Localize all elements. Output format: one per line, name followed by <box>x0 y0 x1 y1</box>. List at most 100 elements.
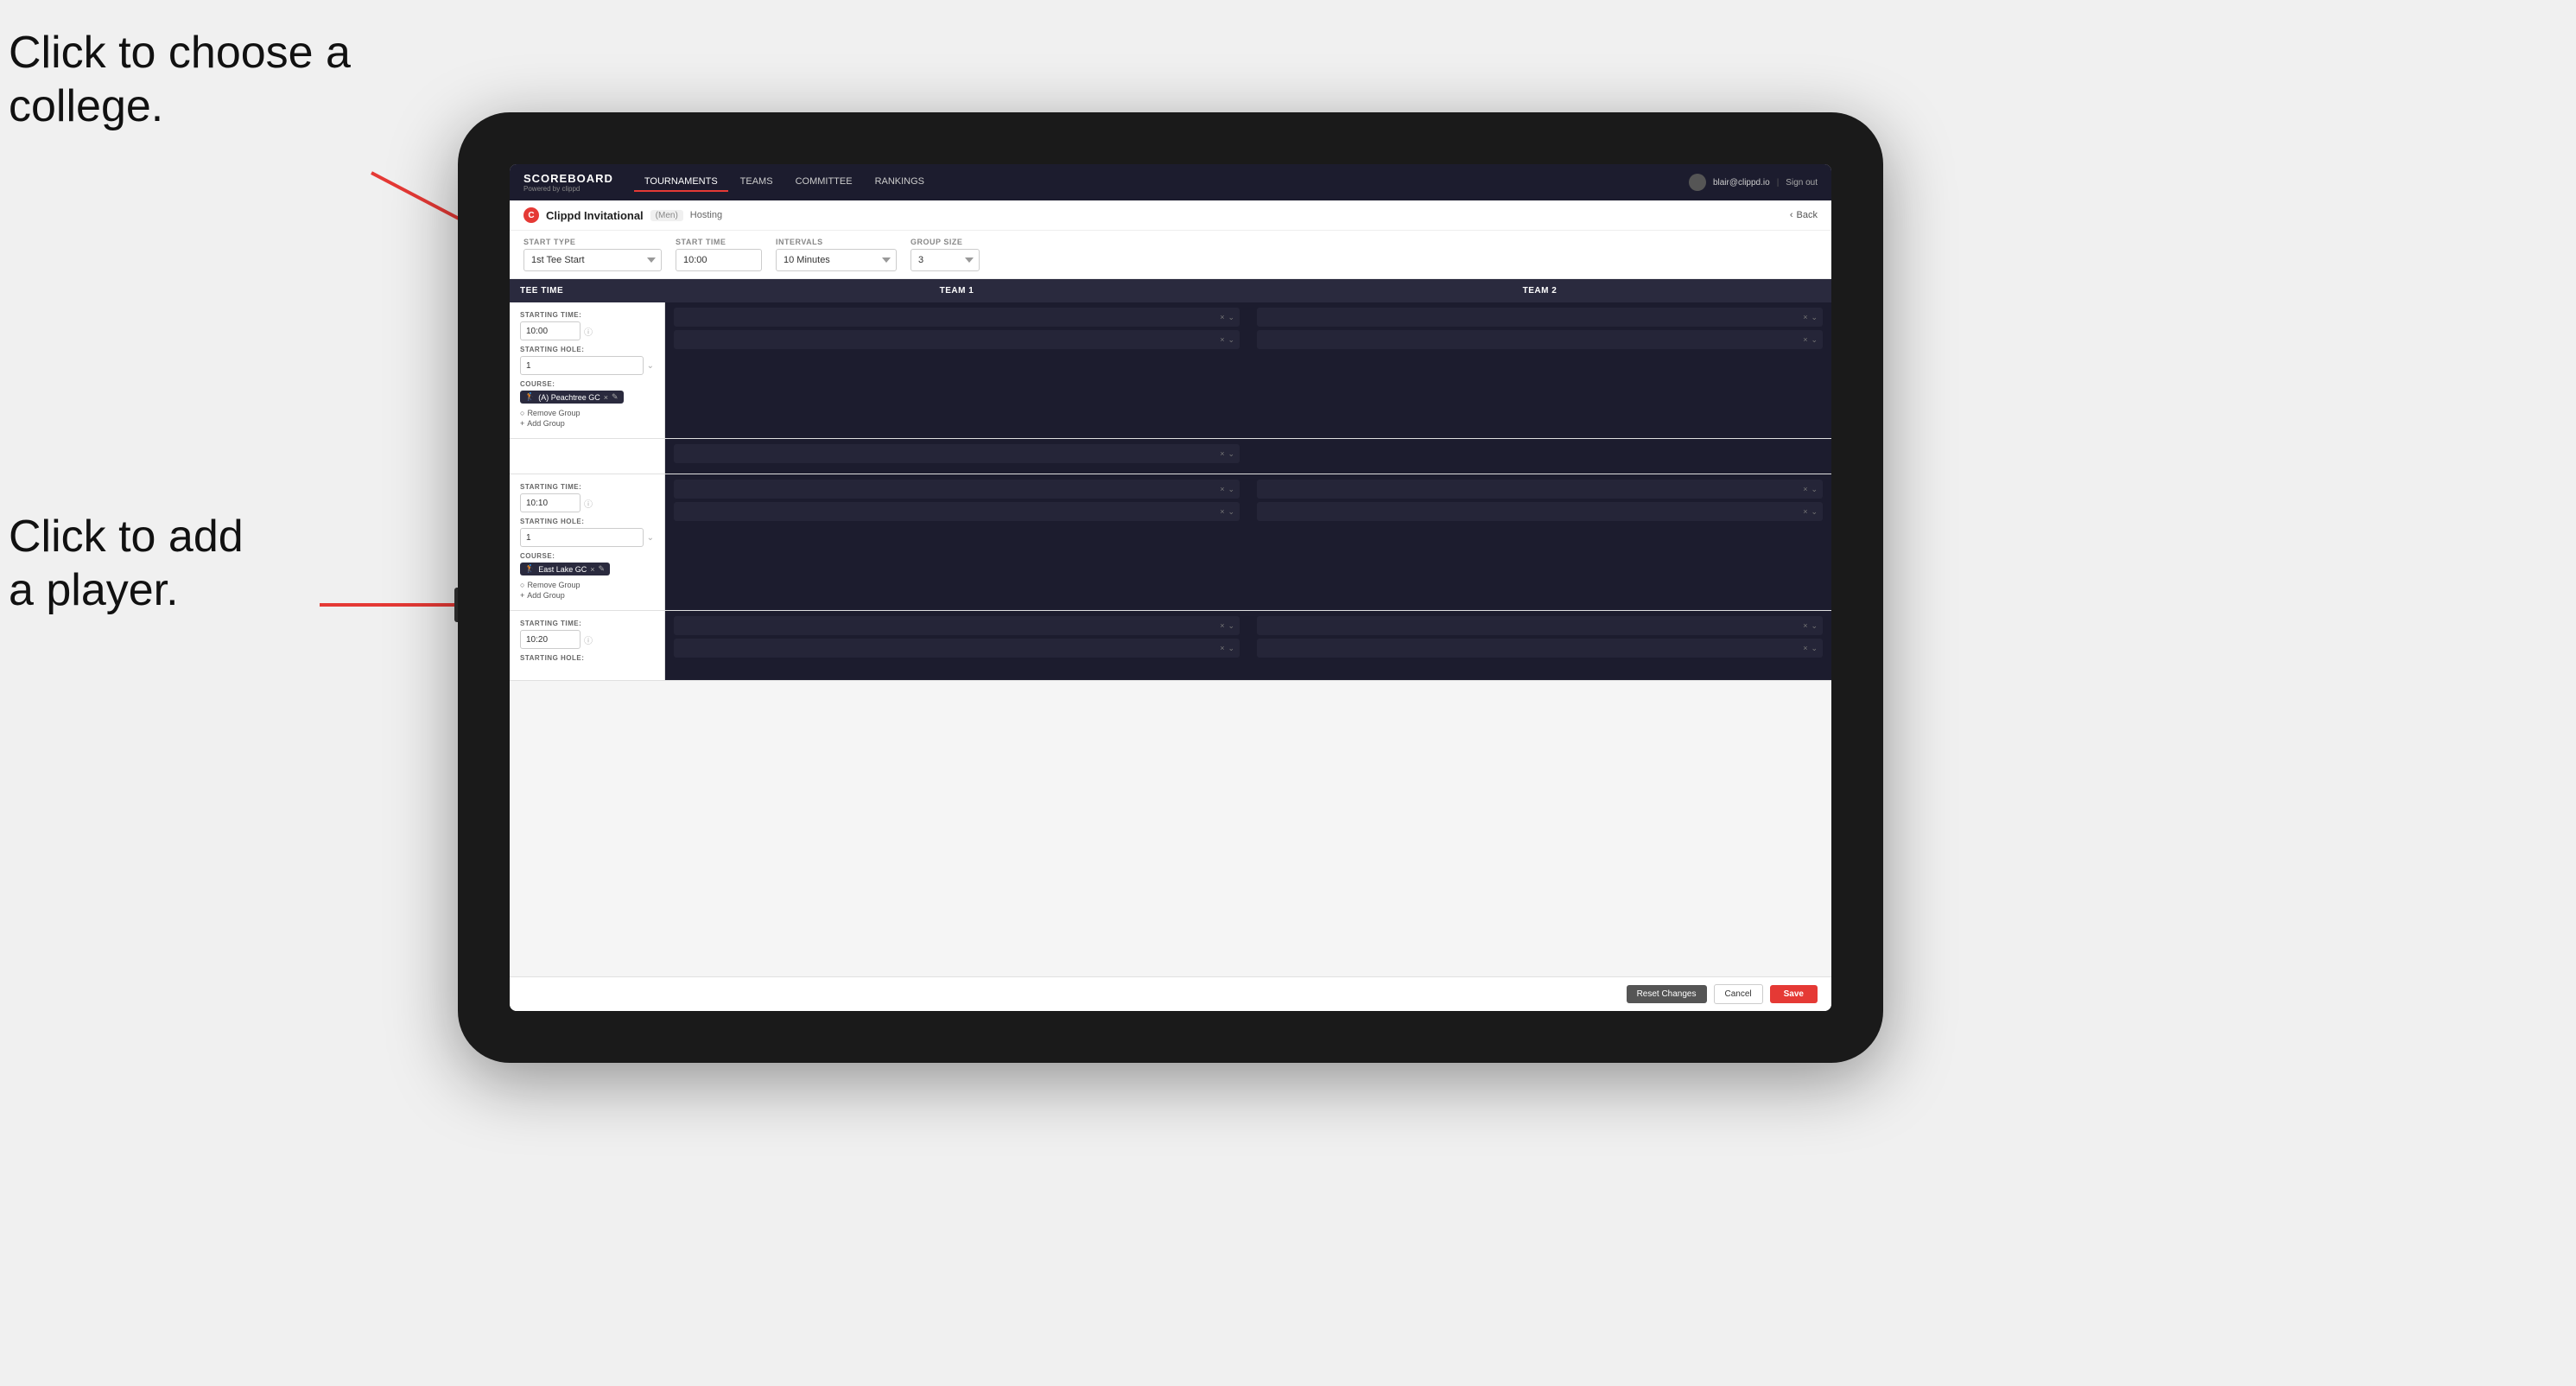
player-edit-btn[interactable]: ⌄ <box>1228 449 1234 459</box>
starting-time-input-3[interactable] <box>520 630 581 649</box>
starting-time-label-2: STARTING TIME: <box>520 483 654 491</box>
player-row[interactable]: × ⌄ <box>1257 308 1823 327</box>
nav-bar: SCOREBOARD Powered by clippd TOURNAMENTS… <box>510 164 1831 200</box>
player-row[interactable]: × ⌄ <box>674 480 1240 499</box>
player-x-btn[interactable]: × <box>1220 485 1224 494</box>
course-tag-2[interactable]: 🏌 East Lake GC × ✎ <box>520 563 610 575</box>
info-icon-3[interactable]: ⓘ <box>584 633 593 646</box>
player-edit-btn[interactable]: ⌄ <box>1811 621 1818 631</box>
player-row[interactable]: × ⌄ <box>1257 330 1823 349</box>
group-size-select[interactable]: 3 <box>910 249 980 271</box>
player-edit-btn[interactable]: ⌄ <box>1228 335 1234 345</box>
player-x-btn[interactable]: × <box>1803 335 1807 345</box>
event-gender-badge: (Men) <box>650 210 683 221</box>
player-row[interactable]: × ⌄ <box>1257 480 1823 499</box>
action-links-2: ○ Remove Group + Add Group <box>520 581 654 600</box>
hole-info-icon-2[interactable]: ⌄ <box>647 533 654 543</box>
table-row: STARTING TIME: ⓘ STARTING HOLE: ⌄ COURSE… <box>510 302 1831 439</box>
nav-link-committee[interactable]: COMMITTEE <box>785 173 863 192</box>
player-x-btn[interactable]: × <box>1803 507 1807 517</box>
player-edit-btn[interactable]: ⌄ <box>1228 507 1234 517</box>
team1-cell-3: × ⌄ × ⌄ <box>665 611 1248 680</box>
course-tag-remove-2[interactable]: × <box>590 565 594 574</box>
table-row: STARTING TIME: ⓘ STARTING HOLE: × ⌄ <box>510 611 1831 681</box>
player-edit-btn[interactable]: ⌄ <box>1811 507 1818 517</box>
starting-hole-input-1[interactable] <box>520 356 644 375</box>
event-icon: C <box>523 207 539 223</box>
intervals-select[interactable]: 10 Minutes <box>776 249 897 271</box>
player-row[interactable]: × ⌄ <box>1257 639 1823 658</box>
add-group-2[interactable]: + Add Group <box>520 591 654 600</box>
player-row[interactable]: × ⌄ <box>674 616 1240 635</box>
user-email: blair@clippd.io <box>1713 178 1770 188</box>
player-edit-btn[interactable]: ⌄ <box>1811 335 1818 345</box>
col-team2: Team 2 <box>1248 279 1831 302</box>
player-edit-btn[interactable]: ⌄ <box>1228 644 1234 653</box>
player-row[interactable]: × ⌄ <box>674 330 1240 349</box>
info-icon-2[interactable]: ⓘ <box>584 497 593 510</box>
player-edit-btn[interactable]: ⌄ <box>1228 485 1234 494</box>
player-row[interactable]: × ⌄ <box>1257 502 1823 521</box>
player-x-btn[interactable]: × <box>1803 485 1807 494</box>
course-tag-edit-1[interactable]: ✎ <box>612 392 619 402</box>
event-title: C Clippd Invitational (Men) Hosting <box>523 207 722 223</box>
player-row[interactable]: × ⌄ <box>1257 616 1823 635</box>
nav-link-rankings[interactable]: RANKINGS <box>865 173 935 192</box>
player-x-btn[interactable]: × <box>1220 313 1224 322</box>
event-name: Clippd Invitational <box>546 209 644 222</box>
player-edit-btn[interactable]: ⌄ <box>1811 313 1818 322</box>
table-body: STARTING TIME: ⓘ STARTING HOLE: ⌄ COURSE… <box>510 302 1831 976</box>
event-hosting-label: Hosting <box>690 210 722 220</box>
player-edit-btn[interactable]: ⌄ <box>1228 313 1234 322</box>
start-type-group: Start Type 1st Tee Start <box>523 238 662 271</box>
player-edit-btn[interactable]: ⌄ <box>1811 644 1818 653</box>
player-row[interactable]: × ⌄ <box>674 639 1240 658</box>
start-time-group: Start Time <box>676 238 762 271</box>
reset-changes-button[interactable]: Reset Changes <box>1627 985 1707 1003</box>
save-button[interactable]: Save <box>1770 985 1818 1003</box>
remove-group-1[interactable]: ○ Remove Group <box>520 409 654 417</box>
team1-cell-2: × ⌄ × ⌄ <box>665 474 1248 610</box>
starting-time-input-2[interactable] <box>520 493 581 512</box>
player-edit-btn[interactable]: ⌄ <box>1811 485 1818 494</box>
sign-out-link[interactable]: Sign out <box>1786 178 1818 188</box>
group-left-3: STARTING TIME: ⓘ STARTING HOLE: <box>510 611 665 680</box>
team1-cell-1: × ⌄ × ⌄ <box>665 302 1248 438</box>
player-x-btn[interactable]: × <box>1220 449 1224 459</box>
start-time-input[interactable] <box>676 249 762 271</box>
tablet-screen: SCOREBOARD Powered by clippd TOURNAMENTS… <box>510 164 1831 1011</box>
player-x-btn[interactable]: × <box>1803 644 1807 653</box>
intervals-label: Intervals <box>776 238 897 246</box>
cancel-button[interactable]: Cancel <box>1714 984 1763 1004</box>
player-x-btn[interactable]: × <box>1803 313 1807 322</box>
group-left-1: STARTING TIME: ⓘ STARTING HOLE: ⌄ COURSE… <box>510 302 665 438</box>
add-group-1[interactable]: + Add Group <box>520 419 654 428</box>
nav-links: TOURNAMENTS TEAMS COMMITTEE RANKINGS <box>634 173 1689 192</box>
player-x-btn[interactable]: × <box>1220 621 1224 631</box>
nav-link-teams[interactable]: TEAMS <box>730 173 784 192</box>
player-x-btn[interactable]: × <box>1220 644 1224 653</box>
player-row[interactable]: × ⌄ <box>674 444 1240 463</box>
player-edit-btn[interactable]: ⌄ <box>1228 621 1234 631</box>
action-links-1: ○ Remove Group + Add Group <box>520 409 654 428</box>
starting-hole-input-2[interactable] <box>520 528 644 547</box>
logo-sub: Powered by clippd <box>523 185 613 193</box>
hole-info-icon-1[interactable]: ⌄ <box>647 361 654 371</box>
player-x-btn[interactable]: × <box>1220 335 1224 345</box>
starting-time-label-3: STARTING TIME: <box>520 620 654 627</box>
course-tag-edit-2[interactable]: ✎ <box>599 564 606 574</box>
nav-link-tournaments[interactable]: TOURNAMENTS <box>634 173 728 192</box>
starting-time-input-1[interactable] <box>520 321 581 340</box>
remove-group-2[interactable]: ○ Remove Group <box>520 581 654 589</box>
info-icon-1[interactable]: ⓘ <box>584 325 593 338</box>
player-row[interactable]: × ⌄ <box>674 502 1240 521</box>
team1-course-cell-1: × ⌄ <box>665 439 1248 474</box>
course-tag-remove-1[interactable]: × <box>604 393 608 402</box>
player-x-btn[interactable]: × <box>1220 507 1224 517</box>
course-tag-1[interactable]: 🏌 (A) Peachtree GC × ✎ <box>520 391 624 404</box>
player-row[interactable]: × ⌄ <box>674 308 1240 327</box>
logo-text: SCOREBOARD <box>523 172 613 185</box>
start-type-select[interactable]: 1st Tee Start <box>523 249 662 271</box>
back-button[interactable]: ‹ Back <box>1790 210 1818 220</box>
player-x-btn[interactable]: × <box>1803 621 1807 631</box>
